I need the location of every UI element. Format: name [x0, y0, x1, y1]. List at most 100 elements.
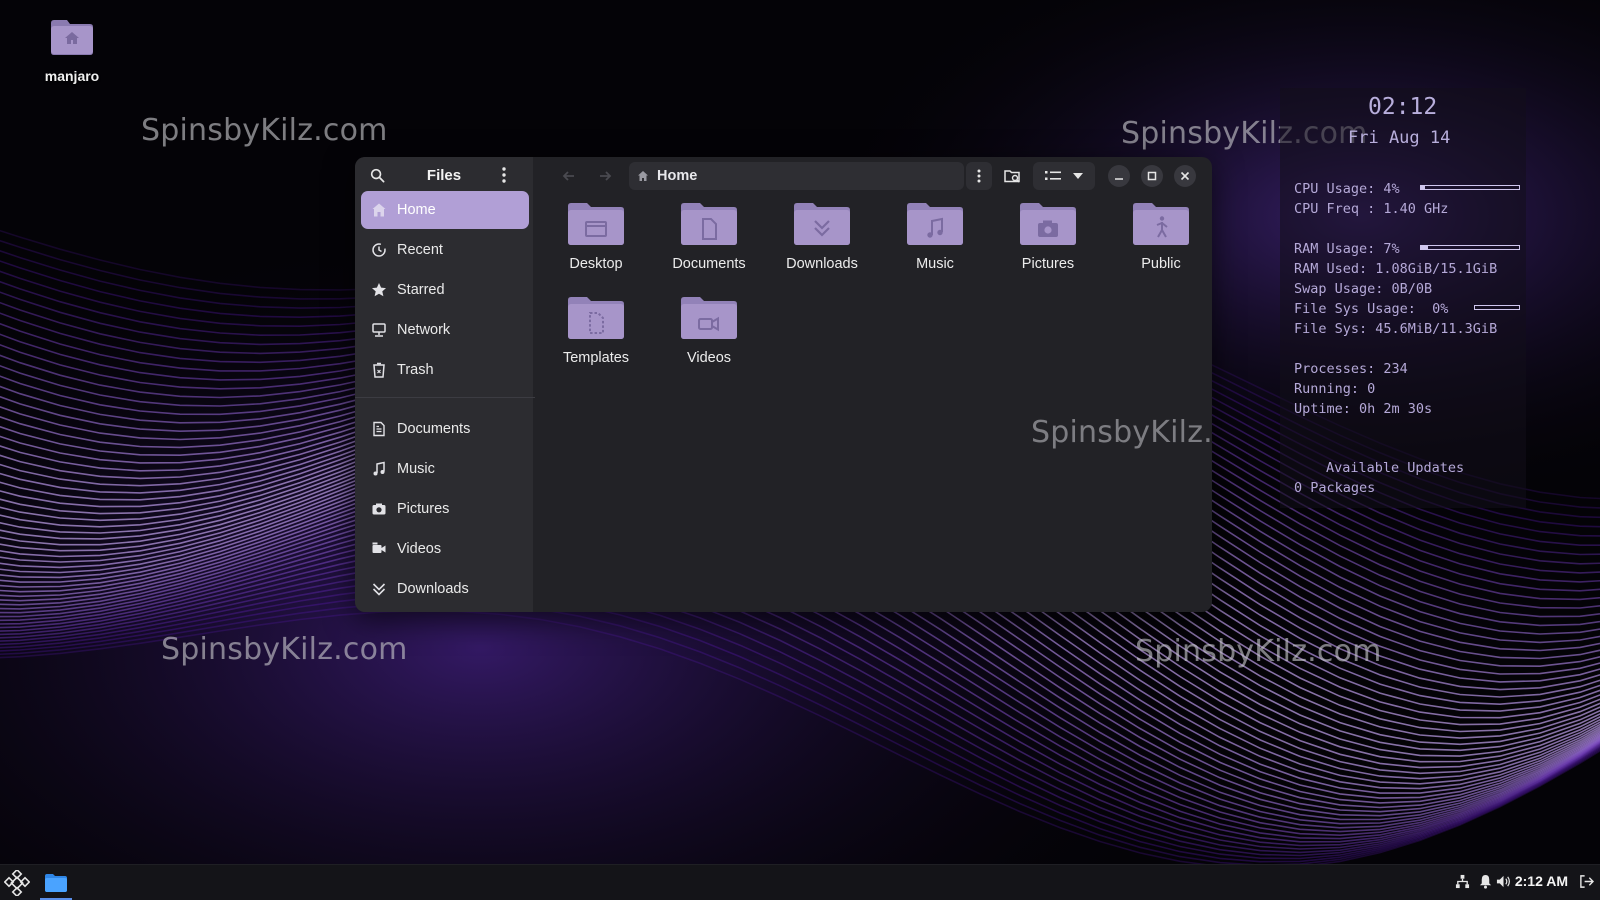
sidebar-item-downloads[interactable]: Downloads: [361, 570, 529, 608]
watermark: SpinsbyKilz.com: [1135, 634, 1382, 669]
folder-pictures[interactable]: Pictures: [993, 201, 1103, 291]
logout-icon[interactable]: [1579, 874, 1594, 889]
pictures-folder-icon: [1020, 203, 1076, 245]
sidebar-item-music[interactable]: Music: [361, 450, 529, 488]
music-icon: [373, 461, 385, 476]
minimize-icon: [1115, 178, 1123, 180]
fs-usage: File Sys Usage: 0%: [1294, 301, 1449, 317]
path-bar[interactable]: Home: [629, 162, 964, 190]
path-menu-button[interactable]: [966, 162, 992, 190]
ram-used: RAM Used: 1.08GiB/15.1GiB: [1294, 261, 1498, 277]
clock-icon: [372, 243, 386, 257]
folder-downloads[interactable]: Downloads: [767, 201, 877, 291]
home-icon: [372, 203, 386, 217]
folder-public[interactable]: Public: [1106, 201, 1212, 291]
sidebar-item-starred[interactable]: Starred: [361, 271, 529, 309]
swap-usage: Swap Usage: 0B/0B: [1294, 281, 1433, 297]
sidebar-item-home[interactable]: Home: [361, 191, 529, 229]
sidebar-item-recent[interactable]: Recent: [361, 231, 529, 269]
uptime: Uptime: 0h 2m 30s: [1294, 401, 1433, 417]
fs-space: File Sys: 45.6MiB/11.3GiB: [1294, 321, 1498, 337]
bell-icon[interactable]: [1478, 874, 1493, 889]
arrow-left-icon: [562, 171, 574, 181]
watermark: SpinsbyKilz.com: [161, 632, 408, 667]
close-button[interactable]: [1174, 165, 1196, 187]
music-folder-icon: [907, 203, 963, 245]
folder-label: Templates: [562, 350, 630, 366]
document-icon: [373, 421, 385, 437]
files-app-icon: [45, 874, 67, 892]
manjaro-launcher-icon: [4, 870, 30, 896]
folder-desktop[interactable]: Desktop: [541, 201, 651, 291]
updates-title: Available Updates: [1326, 460, 1465, 476]
sidebar-item-label: Downloads: [397, 581, 469, 597]
close-icon: [1180, 171, 1190, 181]
path-current: Home: [657, 168, 698, 184]
sidebar-list: Home Recent Starred Network Trash Documents M…: [355, 191, 535, 610]
sidebar-item-label: Network: [397, 322, 451, 338]
folder-templates[interactable]: Templates: [541, 295, 651, 385]
sidebar-header: Files: [355, 157, 533, 193]
folder-videos[interactable]: Videos: [654, 295, 764, 385]
watermark: SpinsbyKilz.com: [141, 113, 388, 148]
app-launcher-button[interactable]: [3, 870, 31, 896]
public-folder-icon: [1133, 203, 1189, 245]
network-icon[interactable]: [1455, 874, 1470, 889]
home-icon: [638, 171, 648, 181]
arrow-right-icon: [600, 171, 612, 181]
sidebar-places: Home Recent Starred Network Trash: [361, 191, 529, 389]
conky-system-monitor: 02:12 Fri Aug 14 CPU Usage: 4% CPU Freq …: [1280, 88, 1526, 508]
downloads-folder-icon: [794, 203, 850, 245]
files-window: Files Home Recent Starred Network Trash Docu…: [355, 157, 1212, 612]
ram-usage: RAM Usage: 7%: [1294, 241, 1400, 257]
folder-label: Documents: [672, 256, 746, 272]
folder-documents[interactable]: Documents: [654, 201, 764, 291]
sidebar-item-label: Videos: [397, 541, 442, 557]
watermark: SpinsbyKilz.com: [1031, 415, 1212, 450]
folder-label: Desktop: [569, 256, 623, 272]
sidebar-item-videos[interactable]: Videos: [361, 530, 529, 568]
search-location-button[interactable]: [997, 162, 1029, 190]
kebab-menu-icon: [977, 169, 981, 183]
forward-button[interactable]: [591, 163, 619, 189]
conky-date: Fri Aug 14: [1348, 128, 1451, 148]
sidebar-item-documents[interactable]: Documents: [361, 410, 529, 448]
sidebar-item-label: Trash: [397, 362, 434, 378]
folder-label: Videos: [686, 350, 732, 366]
fs-usage-bar: [1474, 305, 1520, 310]
view-toggle-button[interactable]: [1033, 162, 1095, 190]
sidebar-item-label: Music: [397, 461, 435, 477]
running: Running: 0: [1294, 381, 1376, 397]
star-icon: [372, 283, 386, 297]
video-icon: [372, 542, 386, 553]
maximize-button[interactable]: [1141, 165, 1163, 187]
desktop-icon-label: manjaro: [44, 68, 100, 84]
processes: Processes: 234: [1294, 361, 1408, 377]
cpu-usage: CPU Usage: 4%: [1294, 181, 1400, 197]
folder-music[interactable]: Music: [880, 201, 990, 291]
volume-icon[interactable]: [1496, 874, 1511, 889]
back-button[interactable]: [555, 163, 583, 189]
sidebar-item-network[interactable]: Network: [361, 311, 529, 349]
main-content: Home Desktop Documents Downloads Music P…: [533, 157, 1212, 612]
taskbar-files-button[interactable]: [40, 867, 72, 900]
cpu-usage-bar: [1420, 185, 1520, 190]
sidebar-item-pictures[interactable]: Pictures: [361, 490, 529, 528]
minimize-button[interactable]: [1108, 165, 1130, 187]
list-view-icon: [1045, 171, 1061, 180]
templates-folder-icon: [568, 297, 624, 339]
videos-folder-icon: [681, 297, 737, 339]
sidebar-item-label: Pictures: [397, 501, 450, 517]
folder-label: Music: [916, 256, 954, 272]
updates-count: 0 Packages: [1294, 480, 1376, 496]
sidebar-item-trash[interactable]: Trash: [361, 351, 529, 389]
main-menu-button[interactable]: [490, 161, 518, 189]
folder-search-icon: [1004, 170, 1020, 183]
sidebar-item-label: Home: [397, 202, 436, 218]
trash-icon: [373, 362, 385, 378]
taskbar-clock[interactable]: 2:12 AM: [1515, 873, 1568, 889]
desktop-home-icon[interactable]: manjaro: [32, 18, 112, 84]
folder-label: Downloads: [786, 256, 858, 272]
folder-label: Public: [1141, 256, 1181, 272]
sidebar: Files Home Recent Starred Network Trash Docu…: [355, 157, 535, 612]
